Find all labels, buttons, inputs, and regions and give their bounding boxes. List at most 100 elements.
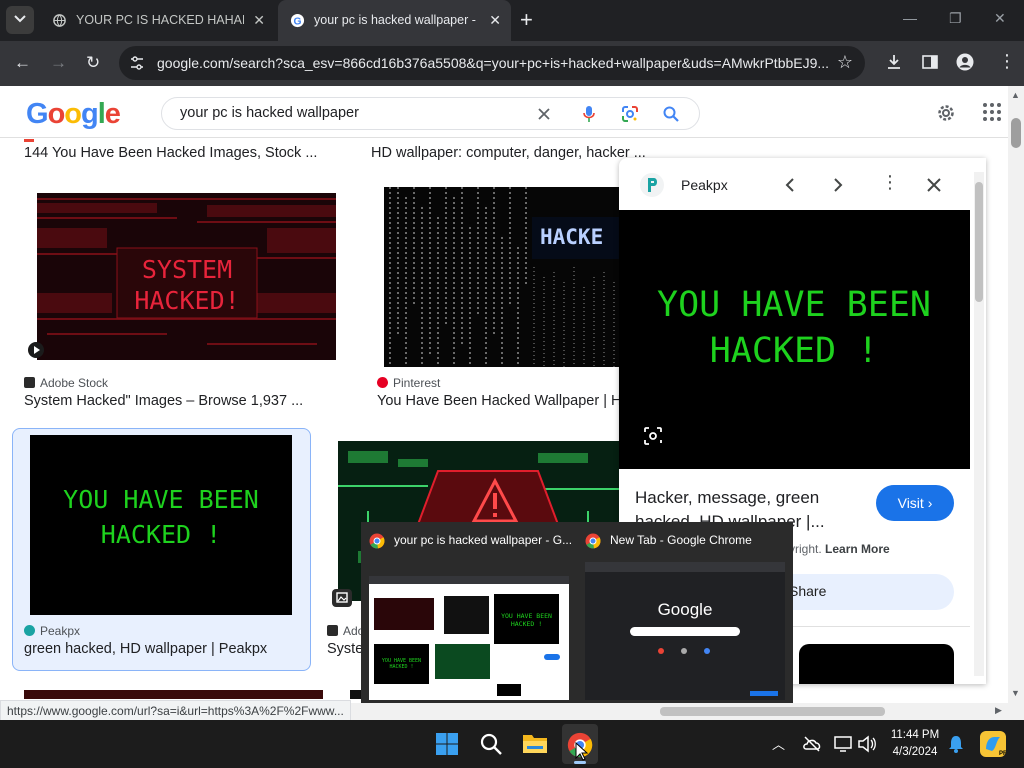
menu-kebab-icon[interactable]: ⋮	[998, 51, 1016, 72]
profile-icon[interactable]	[956, 53, 974, 71]
panel-scrollbar[interactable]	[974, 172, 984, 676]
network-icon[interactable]	[833, 735, 853, 753]
show-hidden-icons-chevron-icon[interactable]: ︿	[772, 734, 785, 753]
you-have-been-hacked-image: YOU HAVE BEEN HACKED !	[30, 435, 292, 615]
preview-window-2-header[interactable]: New Tab - Google Chrome	[585, 532, 785, 552]
new-tab-google-logo: Google	[657, 600, 713, 619]
google-lens-icon[interactable]	[620, 104, 640, 124]
back-arrow-icon[interactable]: ←	[14, 54, 31, 72]
search-box[interactable]	[161, 97, 700, 130]
image-text: SYSTEM	[142, 255, 232, 284]
tab-search-button[interactable]	[6, 6, 34, 34]
related-image[interactable]	[799, 644, 954, 684]
clock-time[interactable]: 11:44 PM	[884, 729, 946, 741]
next-arrow-icon[interactable]	[831, 177, 845, 193]
browser-toolbar: ← → ↻ google.com/search?sca_esv=866cd16b…	[0, 41, 1024, 86]
apps-grid-icon[interactable]	[982, 102, 1002, 122]
visit-button[interactable]: Visit ›	[876, 485, 954, 521]
preview-window-2-thumbnail[interactable]: Google	[585, 562, 785, 700]
file-explorer-icon[interactable]	[522, 732, 548, 754]
panel-source-name[interactable]: Peakpx	[681, 177, 728, 193]
source-badge	[24, 139, 34, 142]
address-bar[interactable]: google.com/search?sca_esv=866cd16b376a55…	[119, 46, 865, 80]
clock-date[interactable]: 4/3/2024	[884, 746, 946, 758]
forward-arrow-icon[interactable]: →	[50, 54, 67, 72]
result-title[interactable]: HD wallpaper: computer, danger, hacker .…	[371, 145, 646, 161]
result-title[interactable]: Syste	[327, 641, 363, 657]
copilot-icon[interactable]: PRE	[980, 731, 1011, 757]
result-image-you-have-been-hacked[interactable]: YOU HAVE BEEN HACKED !	[30, 435, 292, 615]
tab-google-search[interactable]: G your pc is hacked wallpaper - Google S…	[278, 0, 511, 41]
search-icon[interactable]	[479, 732, 503, 756]
tab-hacked-page[interactable]: YOUR PC IS HACKED HAHAHAHAHA ✕	[40, 0, 275, 41]
restore-icon[interactable]: ❐	[949, 10, 962, 27]
chrome-icon	[585, 533, 601, 549]
search-input[interactable]	[180, 105, 520, 121]
lens-search-icon[interactable]	[643, 426, 663, 446]
windows-start-icon[interactable]	[435, 732, 459, 756]
result-image-system-hacked[interactable]: SYSTEM HACKED!	[37, 193, 336, 360]
onedrive-offline-icon[interactable]	[802, 735, 822, 753]
result-source[interactable]: Peakpx	[24, 624, 80, 638]
previous-arrow-icon[interactable]	[783, 177, 797, 193]
close-icon[interactable]	[926, 177, 942, 193]
microphone-icon[interactable]	[582, 104, 596, 124]
result-source[interactable]: Adobe Stock	[24, 376, 108, 390]
result-source[interactable]: Pinterest	[377, 376, 440, 390]
tab-title: your pc is hacked wallpaper - Google Sea…	[314, 13, 479, 27]
play-icon[interactable]	[28, 342, 44, 358]
image-text: HACKED !	[101, 520, 221, 549]
taskbar-window-preview: your pc is hacked wallpaper - G... YOU H…	[361, 522, 793, 707]
more-options-icon[interactable]: ⋮	[881, 172, 899, 193]
panel-preview-image[interactable]: YOU HAVE BEEN HACKED !	[619, 210, 970, 469]
matrix-hacker-image: HACKE	[384, 187, 620, 367]
volume-icon[interactable]	[857, 735, 877, 753]
bookmark-star-icon[interactable]: ☆	[837, 52, 853, 73]
adobe-stock-icon	[24, 377, 35, 388]
preview-window-1-thumbnail[interactable]: YOU HAVE BEEN HACKED ! YOU HAVE BEEN HACKE…	[369, 576, 569, 700]
reload-icon[interactable]: ↻	[86, 54, 100, 72]
svg-text:G: G	[293, 16, 301, 27]
google-header: Google	[0, 86, 1008, 138]
settings-gear-icon[interactable]	[935, 102, 957, 124]
result-title[interactable]: green hacked, HD wallpaper | Peakpx	[24, 641, 267, 657]
google-favicon-icon: G	[290, 13, 305, 27]
result-source[interactable]: Ado	[327, 624, 364, 638]
peakpx-logo-icon	[640, 173, 664, 197]
url-text[interactable]: google.com/search?sca_esv=866cd16b376a55…	[157, 55, 829, 71]
close-tab-icon[interactable]: ✕	[489, 12, 501, 28]
svg-text:PRE: PRE	[999, 751, 1006, 757]
close-window-icon[interactable]: ✕	[994, 10, 1006, 27]
side-panel-icon[interactable]	[921, 53, 939, 71]
pinterest-icon	[377, 377, 388, 388]
site-info-icon[interactable]	[129, 55, 145, 71]
close-tab-icon[interactable]: ✕	[253, 12, 265, 28]
google-logo[interactable]: Google	[26, 98, 121, 131]
download-icon[interactable]	[885, 53, 903, 71]
preview-window-1-header[interactable]: your pc is hacked wallpaper - G...	[369, 532, 579, 552]
mouse-cursor-icon	[575, 742, 589, 761]
clear-icon[interactable]	[537, 107, 551, 121]
image-text: HACKED !	[710, 331, 879, 371]
learn-more-link[interactable]: Learn More	[825, 542, 890, 556]
notification-bell-icon[interactable]	[948, 734, 964, 754]
peakpx-icon	[24, 625, 35, 636]
result-title[interactable]: 144 You Have Been Hacked Images, Stock .…	[24, 145, 317, 161]
image-text: HACKE	[540, 225, 603, 249]
copyright-note: yright. Learn More	[789, 542, 890, 556]
result-title[interactable]: System Hacked" Images – Browse 1,937 ...	[24, 393, 303, 409]
new-tab-button[interactable]: +	[520, 9, 533, 31]
minimize-icon[interactable]: —	[903, 10, 917, 26]
image-text: YOU HAVE BEEN	[657, 285, 931, 325]
adobe-stock-icon	[327, 625, 338, 636]
globe-icon	[53, 14, 66, 27]
result-image-matrix-hacker[interactable]: HACKE	[384, 187, 620, 367]
chevron-down-icon	[14, 15, 26, 23]
search-icon[interactable]	[662, 105, 680, 123]
system-hacked-image: SYSTEM HACKED!	[37, 193, 336, 360]
result-image-partial[interactable]	[24, 690, 323, 699]
panel-title-line1[interactable]: Hacker, message, green	[635, 488, 819, 508]
page-vertical-scrollbar[interactable]: ▲ ▼	[1008, 86, 1024, 720]
result-title[interactable]: You Have Been Hacked Wallpaper | Ha	[377, 393, 630, 409]
image-gallery-icon	[332, 589, 352, 607]
